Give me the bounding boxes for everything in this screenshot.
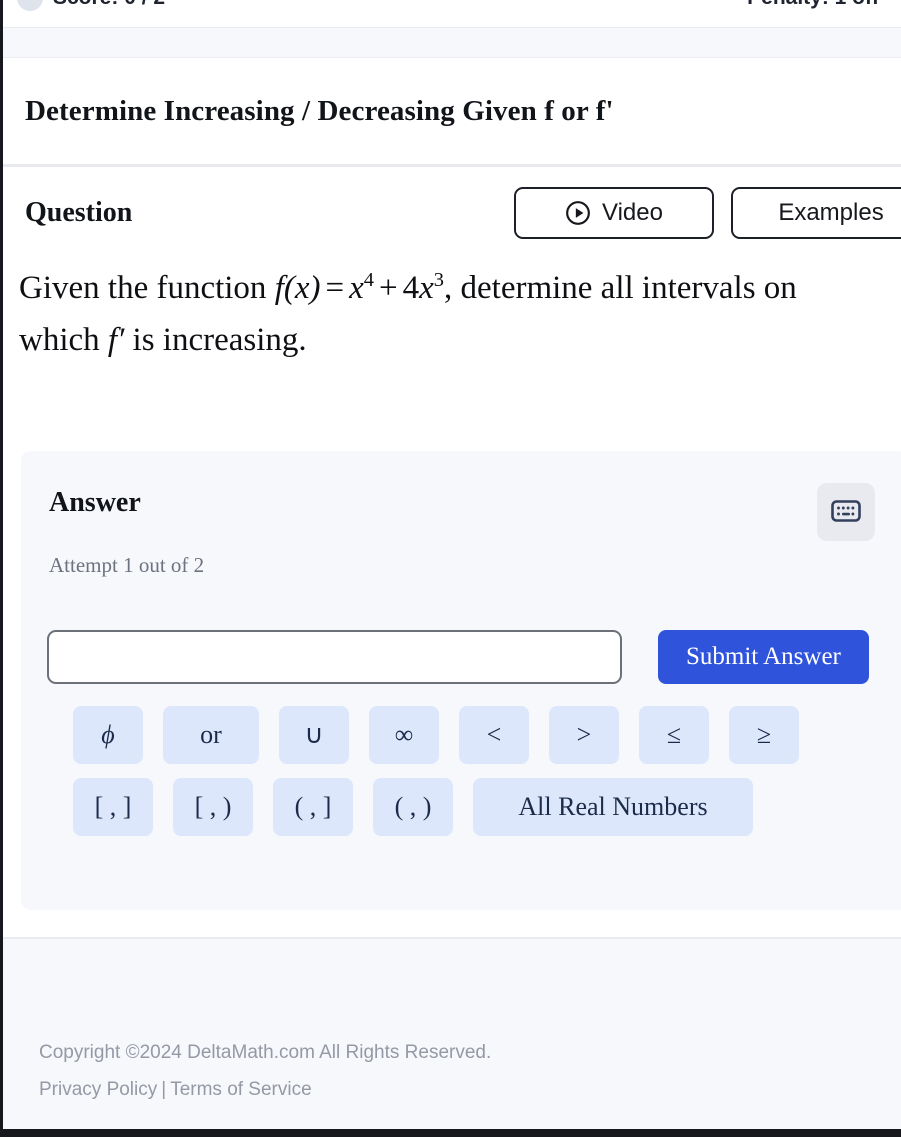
symbol-less-than-key[interactable]: < [459,706,529,764]
interval-closed-closed-key[interactable]: [ , ] [73,778,153,836]
symbol-or-label: or [200,720,222,749]
interval-open-open-label: ( , ) [394,792,432,821]
question-header: Question Video Examples [3,170,901,256]
function-name: f [274,270,284,306]
all-real-numbers-label: All Real Numbers [518,792,708,821]
score-label: Score: 0 / 2 [53,0,165,10]
symbol-infinity-label: ∞ [394,720,414,749]
keypad-row-symbols: ϕ or ∪ ∞ < > ≤ ≥ [73,706,879,764]
footer-links: Privacy Policy | Terms of Service [39,1071,901,1108]
symbol-greater-equal-key[interactable]: ≥ [729,706,799,764]
question-actions: Video Examples [514,187,901,239]
page-title: Determine Increasing / Decreasing Given … [25,94,614,127]
symbol-union-label: ∪ [304,720,324,749]
attempt-counter: Attempt 1 out of 2 [49,553,205,577]
symbol-greater-than-key[interactable]: > [549,706,619,764]
interval-open-open-key[interactable]: ( , ) [373,778,453,836]
panel-bottom-spacer [3,910,901,937]
answer-panel: Answer Attempt 1 out of 2 Submit Answer … [21,451,901,910]
symbol-union-key[interactable]: ∪ [279,706,349,764]
keyboard-toggle-button[interactable] [817,483,875,541]
interval-open-closed-label: ( , ] [294,792,332,821]
question-label: Question [25,197,133,228]
user-avatar-circle-icon [17,0,43,11]
term1-base: x [349,270,364,306]
symbol-keypad: ϕ or ∪ ∞ < > ≤ ≥ [ , ] [ , ) ( , ] ( , ) All Real N… [73,706,901,836]
score-display: Score: 0 / 2 [17,0,165,11]
symbol-less-equal-key[interactable]: ≤ [639,706,709,764]
privacy-policy-link[interactable]: Privacy Policy [39,1079,157,1100]
copyright-text: Copyright ©2024 DeltaMath.com All Rights… [39,1042,492,1063]
term2-base: x [419,270,434,306]
f-prime-symbol: f′ [107,322,125,359]
page-footer: Copyright ©2024 DeltaMath.com All Rights… [3,939,901,1129]
symbol-phi-label: ϕ [101,720,115,749]
video-button-label: Video [602,199,663,226]
submit-answer-button[interactable]: Submit Answer [658,630,869,684]
function-argument: (x) [283,270,321,306]
term2-exponent: 3 [433,269,444,291]
answer-title: Answer [49,487,141,518]
plus-sign: + [379,270,398,306]
symbol-less-equal-label: ≤ [666,720,682,749]
interval-open-closed-key[interactable]: ( , ] [273,778,353,836]
symbol-greater-equal-label: ≥ [756,720,772,749]
interval-closed-closed-label: [ , ] [94,792,132,821]
answer-input[interactable] [47,630,622,684]
term2-coefficient: 4 [402,270,420,306]
header-spacer-band [3,27,901,58]
term1-exponent: 4 [363,269,374,291]
answer-title-group: Answer [49,487,141,519]
keyboard-icon [831,499,861,525]
deltamath-question-screen: Score: 0 / 2 Penalty: 1 off Determine In… [0,0,901,1137]
symbol-infinity-key[interactable]: ∞ [369,706,439,764]
penalty-label: Penalty: 1 off [747,0,879,10]
terms-of-service-link[interactable]: Terms of Service [170,1079,311,1100]
examples-button-label: Examples [778,199,884,226]
answer-input-row: Submit Answer [47,630,901,684]
equals-sign: = [325,270,345,306]
symbol-less-than-label: < [486,720,502,749]
module-title-bar: Determine Increasing / Decreasing Given … [3,58,901,167]
symbol-greater-than-label: > [576,720,592,749]
interval-closed-open-key[interactable]: [ , ) [173,778,253,836]
interval-closed-open-label: [ , ) [194,792,232,821]
penalty-display: Penalty: 1 off [747,0,879,10]
keypad-row-intervals: [ , ] [ , ) ( , ] ( , ) All Real Numbers [73,778,879,836]
examples-button[interactable]: Examples [731,187,901,239]
video-button[interactable]: Video [514,187,714,239]
all-real-numbers-key[interactable]: All Real Numbers [473,778,753,836]
answer-header: Answer [21,451,901,541]
symbol-or-key[interactable]: or [163,706,259,764]
footer-link-separator: | [161,1079,167,1101]
symbol-phi-key[interactable]: ϕ [73,706,143,764]
status-bar: Score: 0 / 2 Penalty: 1 off [3,0,901,27]
play-circle-icon [565,200,591,226]
question-prompt: Given the function f(x) = x4 +4x3, determin… [3,262,901,366]
prompt-text-before: Given the function [19,270,267,306]
prompt-text-after: is increasing. [132,322,307,359]
